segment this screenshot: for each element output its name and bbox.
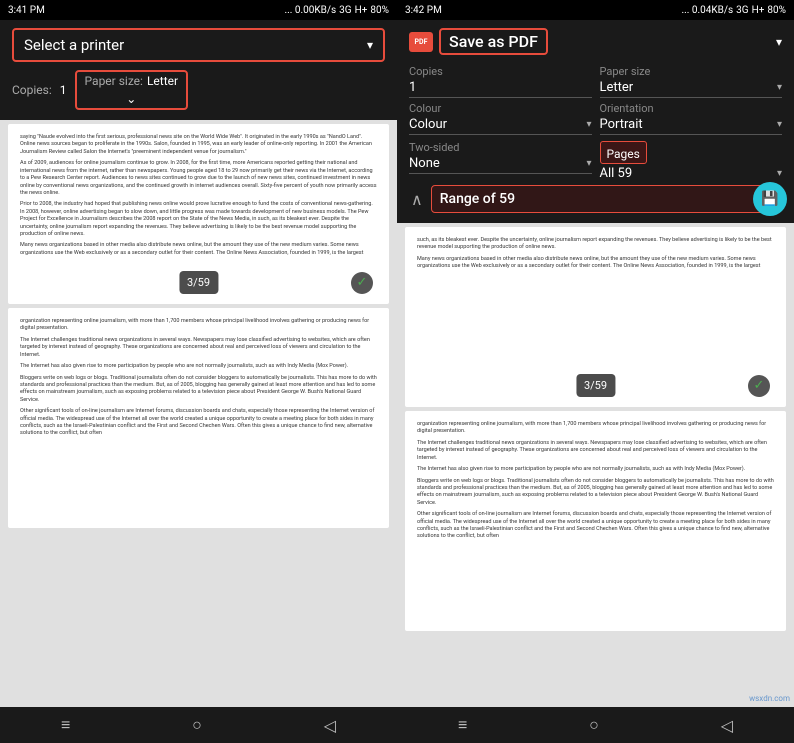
- doc-paragraph-4: Many news organizations based in other m…: [20, 242, 377, 257]
- signal-type-left: 3G: [339, 5, 351, 16]
- network-speed-right: ... 0.04KB/s: [681, 5, 733, 16]
- printer-select-label: Select a printer: [24, 36, 124, 54]
- status-right: ... 0.00KB/s 3G H+ 80%: [284, 5, 389, 16]
- bottom-nav-right: ≡ ○ ◁: [397, 707, 794, 743]
- colour-value[interactable]: Colour ▾: [409, 117, 592, 135]
- printer-dropdown-arrow: ▾: [367, 38, 373, 52]
- doc-para-r-7: Other significant tools of on-line journ…: [417, 511, 774, 541]
- paper-size-value: Letter: [147, 74, 178, 88]
- doc-paragraph-3: Prior to 2008, the industry had hoped th…: [20, 201, 377, 238]
- doc-paragraph-9: Other significant tools of on-line journ…: [20, 408, 377, 438]
- doc-para-r-3: organization representing online journal…: [417, 421, 774, 436]
- range-of-59-row[interactable]: Range of 59 💾: [431, 185, 782, 213]
- doc-page-right-1: such, as its bleakest ever. Despite the …: [405, 227, 786, 407]
- doc-page-left: saying "Naude evolved into the first ser…: [8, 124, 389, 304]
- status-bar-left: 3:41 PM ... 0.00KB/s 3G H+ 80%: [0, 0, 397, 20]
- page-indicator-left: 3/59: [179, 271, 218, 294]
- doc-paragraph-8: Bloggers write on web logs or blogs. Tra…: [20, 375, 377, 405]
- left-phone: 3:41 PM ... 0.00KB/s 3G H+ 80% Select a …: [0, 0, 397, 743]
- document-content-left: saying "Naude evolved into the first ser…: [0, 120, 397, 707]
- copies-label: Copies:: [12, 83, 52, 97]
- paper-size-group: Paper size Letter ▾: [600, 65, 783, 98]
- doc-page-right-2: organization representing online journal…: [405, 411, 786, 631]
- pdf-icon-text: PDF: [415, 38, 428, 46]
- paper-size-label-right: Paper size: [600, 65, 783, 78]
- extra-signal-right: H+: [752, 5, 765, 16]
- print-header: Select a printer ▾ Copies: 1 Paper size:…: [0, 20, 397, 120]
- battery-right: 80%: [767, 5, 786, 16]
- bottom-nav-left: ≡ ○ ◁: [0, 707, 397, 743]
- status-left-right: 3:42 PM: [405, 5, 442, 16]
- print-options-row: Copies: 1 Paper size: Letter ⌄: [12, 68, 385, 112]
- orientation-group: Orientation Portrait ▾: [600, 102, 783, 135]
- right-phone: 3:42 PM ... 0.04KB/s 3G H+ 80% PDF Save …: [397, 0, 794, 743]
- watermark: wsxdn.com: [749, 694, 790, 703]
- collapse-icon[interactable]: ∧: [409, 190, 423, 209]
- time-right: 3:42 PM: [405, 5, 442, 16]
- doc-para-r-4: The Internet challenges traditional news…: [417, 440, 774, 462]
- copies-value-right: 1: [409, 80, 592, 98]
- page-check-right: ✓: [748, 375, 770, 397]
- two-sided-label: Two-sided: [409, 141, 592, 154]
- nav-back-left[interactable]: ◁: [324, 716, 336, 735]
- doc-para-r-5: The Internet has also given rise to more…: [417, 466, 774, 473]
- colour-label: Colour: [409, 102, 592, 115]
- doc-paragraph-5: organization representing online journal…: [20, 318, 377, 333]
- doc-para-r-2: Many news organizations based in other m…: [417, 256, 774, 271]
- orientation-label: Orientation: [600, 102, 783, 115]
- colour-chevron: ▾: [586, 119, 591, 130]
- time-left: 3:41 PM: [8, 5, 45, 16]
- page-indicator-right: 3/59: [576, 374, 615, 397]
- two-sided-group: Two-sided None ▾: [409, 141, 592, 181]
- doc-para-r-6: Bloggers write on web logs or blogs. Tra…: [417, 478, 774, 508]
- doc-paragraph-2: As of 2009, audiences for online journal…: [20, 160, 377, 197]
- doc-para-r-1: such, as its bleakest ever. Despite the …: [417, 237, 774, 252]
- nav-home-right[interactable]: ○: [589, 715, 599, 735]
- range-of-59-label: Range of 59: [440, 191, 515, 207]
- save-icon: 💾: [761, 191, 778, 207]
- page-check-left: ✓: [351, 272, 373, 294]
- nav-menu-left[interactable]: ≡: [61, 715, 70, 735]
- colour-group: Colour Colour ▾: [409, 102, 592, 135]
- copies-group: Copies 1: [409, 65, 592, 98]
- battery-left: 80%: [370, 5, 389, 16]
- copies-label-right: Copies: [409, 65, 592, 78]
- two-sided-value[interactable]: None ▾: [409, 156, 592, 174]
- pages-label: Pages: [607, 147, 640, 161]
- doc-paragraph-6: The Internet challenges traditional news…: [20, 337, 377, 359]
- two-sided-chevron: ▾: [586, 158, 591, 169]
- doc-paragraph-1: saying "Naude evolved into the first ser…: [20, 134, 377, 156]
- document-content-right: such, as its bleakest ever. Despite the …: [397, 223, 794, 707]
- printer-select-box[interactable]: Select a printer ▾: [12, 28, 385, 62]
- status-left: 3:41 PM: [8, 5, 45, 16]
- orientation-value[interactable]: Portrait ▾: [600, 117, 783, 135]
- save-pdf-dropdown-arrow[interactable]: ▾: [776, 35, 782, 49]
- status-bar-right: 3:42 PM ... 0.04KB/s 3G H+ 80%: [397, 0, 794, 20]
- status-right-right: ... 0.04KB/s 3G H+ 80%: [681, 5, 786, 16]
- save-pdf-header: PDF Save as PDF ▾ Copies 1 Paper size Le…: [397, 20, 794, 223]
- network-speed-left: ... 0.00KB/s: [284, 5, 336, 16]
- pdf-icon: PDF: [409, 32, 433, 52]
- paper-size-dropdown-arrow: ⌄: [126, 92, 136, 106]
- all-59-chevron: ▾: [777, 168, 782, 179]
- paper-size-box[interactable]: Paper size: Letter ⌄: [75, 70, 189, 110]
- save-pdf-text: Save as PDF: [439, 28, 548, 55]
- doc-page-left-2: organization representing online journal…: [8, 308, 389, 528]
- paper-size-label: Paper size:: [85, 74, 143, 88]
- extra-signal-left: H+: [355, 5, 368, 16]
- all-59-label[interactable]: All 59: [600, 166, 633, 181]
- save-pdf-title-row: PDF Save as PDF ▾: [409, 28, 782, 55]
- save-fab-button[interactable]: 💾: [753, 182, 787, 216]
- nav-menu-right[interactable]: ≡: [458, 715, 467, 735]
- nav-back-right[interactable]: ◁: [721, 716, 733, 735]
- paper-size-value-right[interactable]: Letter ▾: [600, 80, 783, 98]
- pages-group: Pages All 59 ▾: [600, 141, 783, 181]
- save-pdf-title-container: PDF Save as PDF: [409, 28, 548, 55]
- nav-home-left[interactable]: ○: [192, 715, 202, 735]
- orientation-chevron: ▾: [777, 119, 782, 130]
- doc-paragraph-7: The Internet has also given rise to more…: [20, 363, 377, 370]
- signal-type-right: 3G: [736, 5, 748, 16]
- copies-value: 1: [60, 83, 67, 97]
- paper-size-chevron: ▾: [777, 82, 782, 93]
